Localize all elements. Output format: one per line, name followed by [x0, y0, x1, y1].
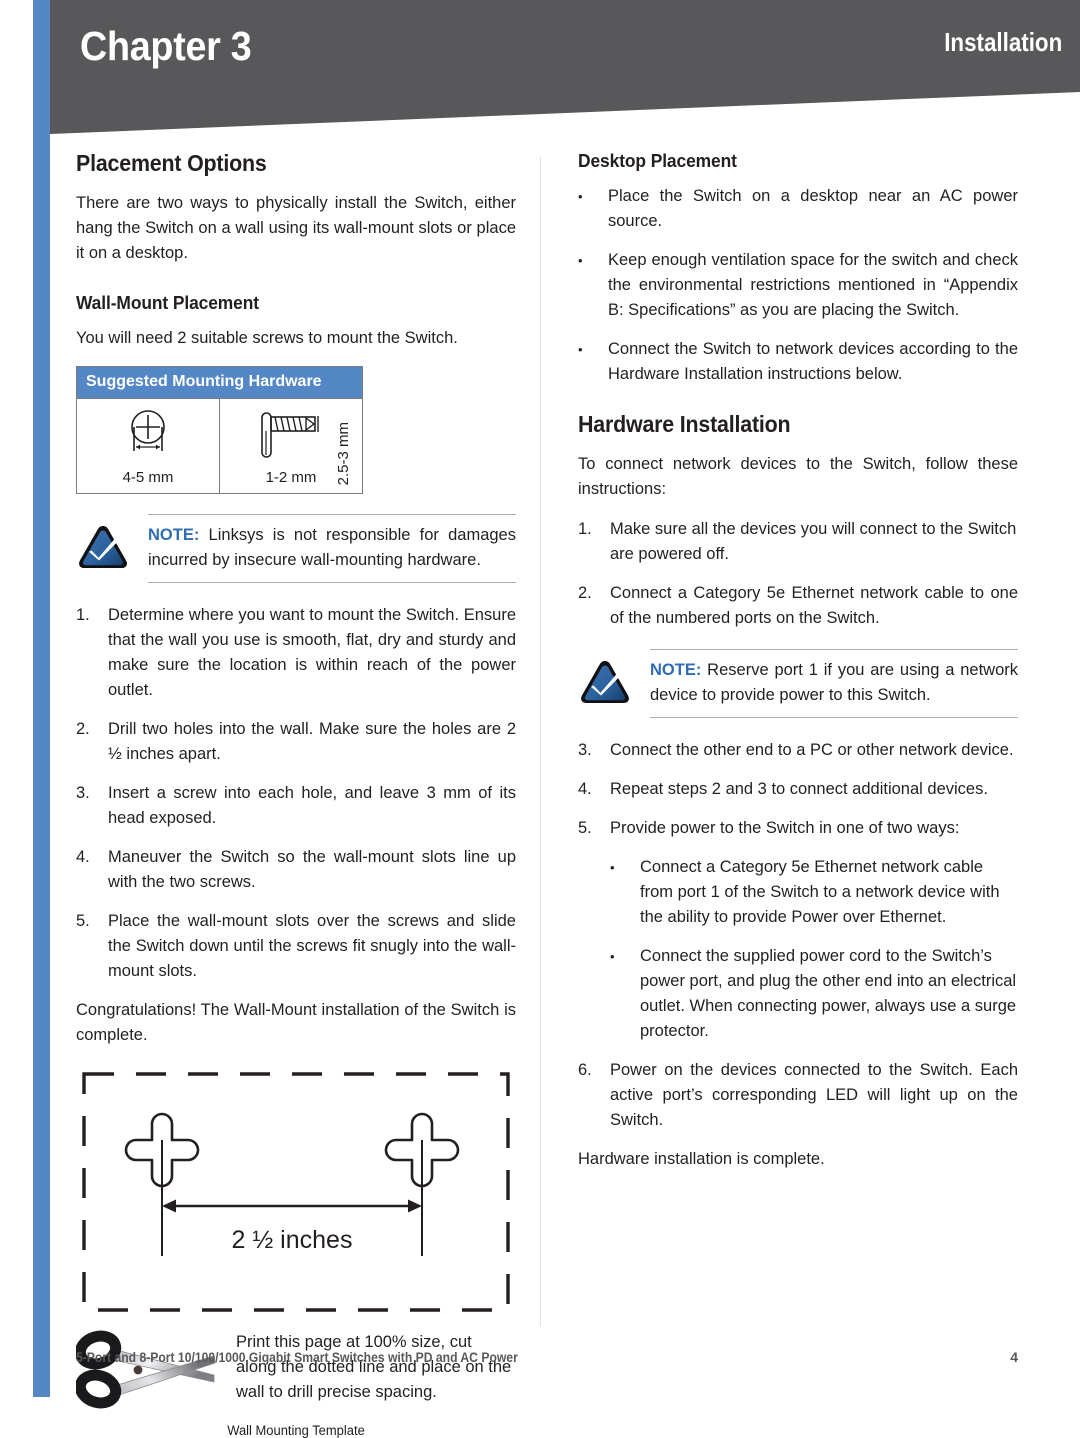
- list-marker: 1.: [76, 606, 90, 624]
- cut-instructions-row: Print this page at 100% size, cut along …: [74, 1326, 516, 1415]
- note-callout-reserve-port: NOTE: Reserve port 1 if you are using a …: [578, 649, 1018, 718]
- list-item: 3. Connect the other end to a PC or othe…: [578, 738, 1018, 763]
- list-item: 6. Power on the devices connected to the…: [578, 1058, 1018, 1133]
- list-marker: 4.: [578, 780, 592, 798]
- list-marker: 2.: [76, 720, 90, 738]
- list-marker: 3.: [578, 741, 592, 759]
- list-item: 5. Place the wall-mount slots over the s…: [76, 909, 516, 984]
- list-text: Place the Switch on a desktop near an AC…: [608, 187, 1018, 230]
- list-text: Insert a screw into each hole, and leave…: [108, 784, 516, 827]
- linksys-note-checkmark-icon: [578, 649, 650, 711]
- note-keyword: NOTE:: [650, 661, 702, 679]
- list-text: Make sure all the devices you will conne…: [610, 520, 1017, 563]
- hardware-steps-before-note: 1. Make sure all the devices you will co…: [578, 517, 1018, 631]
- placement-options-heading: Placement Options: [76, 150, 267, 176]
- list-text: Connect the Switch to network devices ac…: [608, 340, 1018, 383]
- list-item: 4. Repeat steps 2 and 3 to connect addit…: [578, 777, 1018, 802]
- left-column: Placement Options There are two ways to …: [74, 150, 516, 1438]
- cut-instructions-text: Print this page at 100% size, cut along …: [236, 1333, 512, 1401]
- bullet-icon: •: [578, 342, 583, 357]
- wall-mount-congratulations: Congratulations! The Wall-Mount installa…: [76, 1001, 516, 1044]
- list-marker: 5.: [76, 912, 90, 930]
- list-item: • Connect the supplied power cord to the…: [610, 944, 1018, 1044]
- list-text: Connect a Category 5e Ethernet network c…: [640, 858, 1000, 926]
- screw-head-icon: [77, 407, 219, 465]
- note-callout-wall-mount: NOTE: Linksys is not responsible for dam…: [76, 514, 516, 583]
- list-marker: 4.: [76, 848, 90, 866]
- column-divider: [540, 156, 541, 1326]
- list-text: Determine where you want to mount the Sw…: [108, 606, 516, 699]
- footer-page-number: 4: [1010, 1349, 1018, 1365]
- list-marker: 2.: [578, 584, 592, 602]
- list-item: 1. Make sure all the devices you will co…: [578, 517, 1018, 567]
- list-text: Repeat steps 2 and 3 to connect addition…: [610, 780, 988, 798]
- note-text: NOTE: Linksys is not responsible for dam…: [148, 523, 516, 573]
- page-footer: 5-Port and 8-Port 10/100/1000 Gigabit Sm…: [76, 1349, 1018, 1365]
- list-item: 4. Maneuver the Switch so the wall-mount…: [76, 845, 516, 895]
- hardware-cell-screw-side: 1-2 mm 2.5-3 mm: [220, 399, 362, 493]
- list-text: Connect a Category 5e Ethernet network c…: [610, 584, 1018, 627]
- list-marker: 5.: [578, 819, 592, 837]
- hardware-table-title: Suggested Mounting Hardware: [77, 367, 362, 399]
- bullet-icon: •: [578, 253, 583, 268]
- list-item: • Connect a Category 5e Ethernet network…: [610, 855, 1018, 930]
- list-item: • Connect the Switch to network devices …: [578, 337, 1018, 387]
- page-accent-spine: [33, 0, 50, 1397]
- note-text: NOTE: Reserve port 1 if you are using a …: [650, 658, 1018, 708]
- list-item: 1. Determine where you want to mount the…: [76, 603, 516, 703]
- note-keyword: NOTE:: [148, 526, 200, 544]
- wall-mount-placement-heading: Wall-Mount Placement: [76, 292, 259, 313]
- right-column: Desktop Placement • Place the Switch on …: [578, 150, 1018, 1172]
- note-body: NOTE: Linksys is not responsible for dam…: [148, 514, 516, 583]
- desktop-placement-heading: Desktop Placement: [578, 150, 737, 171]
- list-item: 2. Connect a Category 5e Ethernet networ…: [578, 581, 1018, 631]
- note-body: NOTE: Reserve port 1 if you are using a …: [650, 649, 1018, 718]
- scissors-icon: [74, 1326, 236, 1415]
- list-text: Connect the supplied power cord to the S…: [640, 947, 1017, 1040]
- page-title: Chapter 3: [80, 23, 252, 69]
- list-item: 2. Drill two holes into the wall. Make s…: [76, 717, 516, 767]
- note-message: Reserve port 1 if you are using a networ…: [650, 661, 1018, 704]
- list-marker: 6.: [578, 1061, 592, 1079]
- list-item: • Keep enough ventilation space for the …: [578, 248, 1018, 323]
- list-marker: 3.: [76, 784, 90, 802]
- note-message: Linksys is not responsible for damages i…: [148, 526, 516, 569]
- list-text: Provide power to the Switch in one of tw…: [610, 819, 960, 837]
- template-caption: Wall Mounting Template: [227, 1423, 365, 1438]
- wall-mounting-template-diagram: 2 ½ inches: [76, 1066, 516, 1318]
- list-text: Connect the other end to a PC or other n…: [610, 741, 1014, 759]
- header-section-label: Installation: [943, 27, 1062, 57]
- list-item: • Place the Switch on a desktop near an …: [578, 184, 1018, 234]
- linksys-note-checkmark-icon: [76, 514, 148, 576]
- bullet-icon: •: [610, 860, 615, 875]
- desktop-placement-bullets: • Place the Switch on a desktop near an …: [578, 184, 1018, 387]
- wall-mount-intro: You will need 2 suitable screws to mount…: [76, 329, 458, 347]
- list-text: Power on the devices connected to the Sw…: [610, 1061, 1018, 1129]
- suggested-mounting-hardware-table: Suggested Mounting Hardware 4-5 mm 1-2 m…: [76, 366, 363, 494]
- hardware-cell-screw-head: 4-5 mm: [77, 399, 220, 493]
- hardware-table-body: 4-5 mm 1-2 mm 2.5-3 mm: [77, 399, 362, 493]
- list-text: Place the wall-mount slots over the scre…: [108, 912, 516, 980]
- hardware-installation-intro: To connect network devices to the Switch…: [578, 455, 1018, 498]
- bullet-icon: •: [610, 949, 615, 964]
- template-dimension-label: 2 ½ inches: [232, 1226, 353, 1254]
- hardware-cell-label: 4-5 mm: [122, 469, 174, 486]
- bullet-icon: •: [578, 189, 583, 204]
- footer-title: 5-Port and 8-Port 10/100/1000 Gigabit Sm…: [76, 1350, 518, 1365]
- list-marker: 1.: [578, 520, 592, 538]
- hardware-steps-after-note: 3. Connect the other end to a PC or othe…: [578, 738, 1018, 1133]
- chapter-header: Chapter 3 Installation: [50, 0, 1080, 140]
- list-item: 3. Insert a screw into each hole, and le…: [76, 781, 516, 831]
- wall-mount-steps: 1. Determine where you want to mount the…: [76, 603, 516, 984]
- list-text: Maneuver the Switch so the wall-mount sl…: [108, 848, 516, 891]
- list-text: Drill two holes into the wall. Make sure…: [108, 720, 516, 763]
- hardware-cell-vertical-label: 2.5-3 mm: [335, 421, 352, 485]
- placement-options-intro: There are two ways to physically install…: [76, 194, 516, 262]
- list-item: 5. Provide power to the Switch in one of…: [578, 816, 1018, 841]
- hardware-installation-closing: Hardware installation is complete.: [578, 1150, 825, 1168]
- header-band-shape: [50, 0, 1080, 134]
- list-text: Keep enough ventilation space for the sw…: [608, 251, 1018, 319]
- hardware-installation-heading: Hardware Installation: [578, 411, 791, 437]
